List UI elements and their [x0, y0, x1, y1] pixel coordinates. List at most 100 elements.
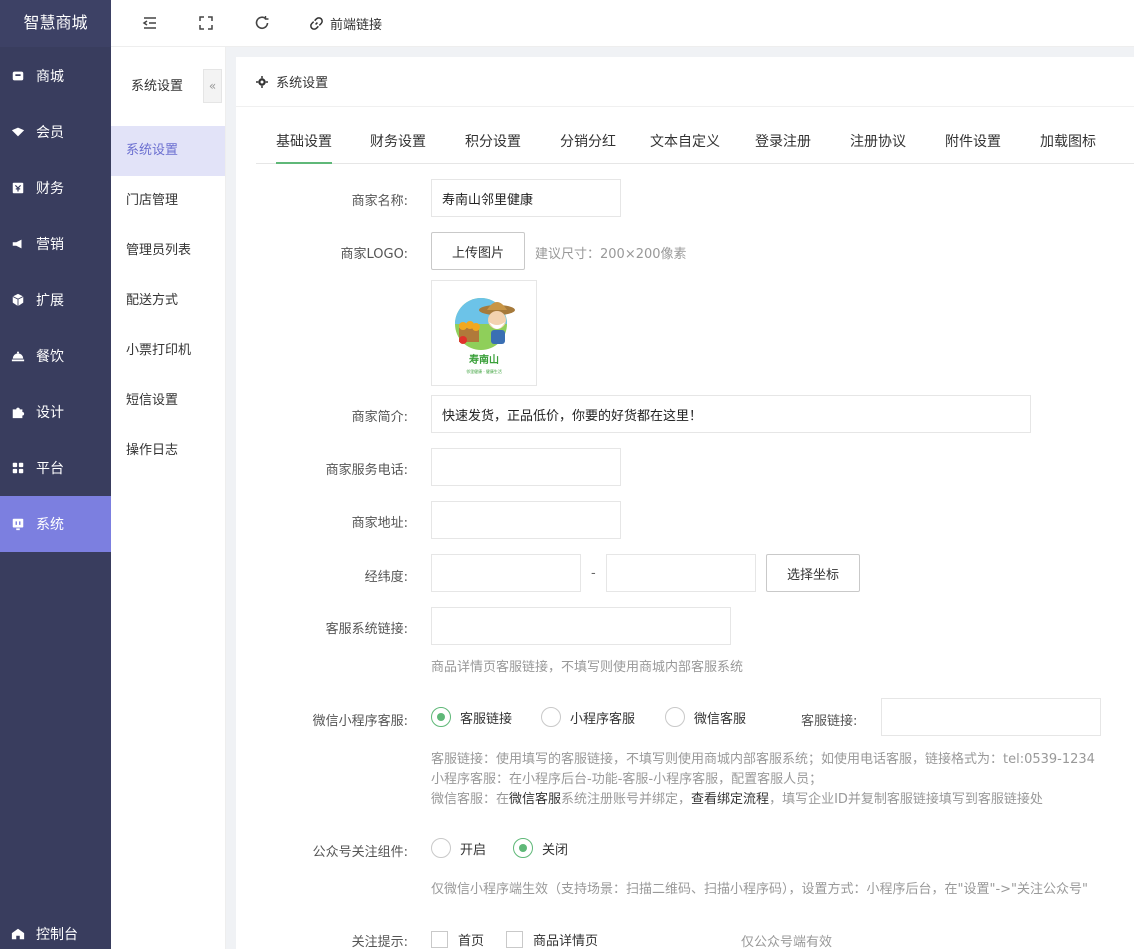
- merchant-address-label: 商家地址:: [351, 516, 408, 531]
- sidebar-item-label: 平台: [36, 461, 64, 477]
- merchant-logo-image: 寿南山 邻里健康 · 健康生活: [455, 298, 515, 374]
- merchant-address-input[interactable]: [431, 501, 621, 539]
- dining-icon: [10, 348, 26, 364]
- submenu-item-store-management[interactable]: 门店管理: [111, 176, 225, 226]
- radio-label: 小程序客服: [570, 711, 636, 727]
- link-icon: [310, 17, 323, 30]
- submenu-item-receipt-printer[interactable]: 小票打印机: [111, 326, 225, 376]
- radio-label: 关闭: [542, 842, 569, 858]
- sidebar-item-finance[interactable]: 财务: [0, 160, 111, 216]
- cube-icon: [10, 292, 26, 308]
- follow-tip-hint: 仅公众号端有效: [741, 935, 833, 949]
- collapse-menu-button[interactable]: «: [203, 69, 222, 103]
- radio-dot: [665, 707, 685, 727]
- latitude-input[interactable]: [606, 554, 756, 592]
- submenu-item-operation-log[interactable]: 操作日志: [111, 426, 225, 476]
- frontend-link[interactable]: 前端链接: [309, 14, 382, 33]
- frontend-link-label: 前端链接: [330, 18, 383, 33]
- logo-brand-text: 寿南山: [469, 353, 499, 366]
- coords-separator: -: [591, 566, 596, 581]
- radio-label: 开启: [460, 842, 487, 858]
- checkbox-home[interactable]: 首页: [431, 930, 484, 949]
- sidebar-item-system[interactable]: 系统: [0, 496, 111, 552]
- checkbox-label: 首页: [458, 934, 485, 949]
- service-phone-input[interactable]: [431, 448, 621, 486]
- checkbox-box: [506, 931, 523, 948]
- logo-sub-text: 邻里健康 · 健康生活: [466, 368, 502, 374]
- upload-image-button[interactable]: 上传图片: [431, 232, 525, 270]
- radio-cs-link[interactable]: 客服链接: [431, 707, 512, 727]
- submenu-item-sms-settings[interactable]: 短信设置: [111, 376, 225, 426]
- fullscreen-icon[interactable]: [197, 14, 215, 32]
- longitude-input[interactable]: [431, 554, 581, 592]
- bind-process-link[interactable]: 查看绑定流程: [691, 792, 769, 807]
- radio-label: 微信客服: [694, 711, 747, 727]
- sidebar-item-member[interactable]: 会员: [0, 104, 111, 160]
- wx-cs-link-label: 客服链接:: [801, 714, 858, 729]
- sidebar-item-label: 营销: [36, 237, 64, 253]
- radio-dot: [431, 838, 451, 858]
- merchant-intro-input[interactable]: [431, 395, 1031, 433]
- tab-loading-icon[interactable]: 加载图标: [1040, 123, 1096, 164]
- wx-cs-hint-2: 小程序客服：在小程序后台-功能-客服-小程序客服，配置客服人员；: [431, 772, 823, 787]
- tab-points[interactable]: 积分设置: [465, 123, 521, 164]
- console-icon: [10, 926, 26, 942]
- megaphone-icon: [10, 236, 26, 252]
- panel-title: 系统设置: [276, 76, 329, 91]
- sidebar-item-label: 控制台: [36, 927, 78, 943]
- puzzle-icon: [10, 404, 26, 420]
- pick-coordinate-button[interactable]: 选择坐标: [766, 554, 860, 592]
- submenu-item-admin-list[interactable]: 管理员列表: [111, 226, 225, 276]
- tab-register-agreement[interactable]: 注册协议: [850, 123, 906, 164]
- radio-follow-on[interactable]: 开启: [431, 838, 486, 858]
- checkbox-label: 商品详情页: [533, 934, 599, 949]
- sidebar-item-extend[interactable]: 扩展: [0, 272, 111, 328]
- sidebar-item-label: 设计: [36, 405, 64, 421]
- tab-attachment[interactable]: 附件设置: [945, 123, 1001, 164]
- hint-text: 系统注册账号并绑定，: [561, 792, 692, 807]
- menu-toggle-icon[interactable]: [141, 14, 159, 32]
- cs-link-input[interactable]: [431, 607, 731, 645]
- sidebar-item-label: 扩展: [36, 293, 64, 309]
- secondary-menu: 系统设置 « 系统设置 门店管理 管理员列表 配送方式 小票打印机 短信设置 操…: [111, 47, 226, 949]
- sidebar-item-label: 财务: [36, 181, 64, 197]
- mp-follow-hint: 仅微信小程序端生效（支持场景：扫描二维码、扫描小程序码），设置方式：小程序后台，…: [431, 882, 1089, 897]
- cs-link-label: 客服系统链接:: [325, 622, 408, 637]
- sidebar-item-console[interactable]: 控制台: [0, 906, 111, 949]
- sidebar-item-label: 餐饮: [36, 349, 64, 365]
- sidebar-item-marketing[interactable]: 营销: [0, 216, 111, 272]
- radio-mini-program-cs[interactable]: 小程序客服: [541, 707, 635, 727]
- logo-preview[interactable]: 寿南山 邻里健康 · 健康生活: [431, 280, 537, 386]
- radio-dot: [431, 707, 451, 727]
- checkbox-box: [431, 931, 448, 948]
- refresh-icon[interactable]: [253, 14, 271, 32]
- radio-follow-off[interactable]: 关闭: [513, 838, 568, 858]
- submenu-item-system-settings[interactable]: 系统设置: [111, 126, 225, 176]
- sidebar-item-dining[interactable]: 餐饮: [0, 328, 111, 384]
- cs-link-hint: 商品详情页客服链接，不填写则使用商城内部客服系统: [431, 660, 744, 675]
- radio-label: 客服链接: [460, 711, 513, 727]
- coordinates-label: 经纬度:: [364, 570, 408, 585]
- sidebar-item-store[interactable]: 商城: [0, 48, 111, 104]
- follow-tip-label: 关注提示:: [351, 935, 408, 949]
- radio-wechat-cs[interactable]: 微信客服: [665, 707, 746, 727]
- wx-cs-hint-1: 客服链接：使用填写的客服链接，不填写则使用商城内部客服系统；如使用电话客服，链接…: [431, 752, 1095, 767]
- tab-login-register[interactable]: 登录注册: [755, 123, 811, 164]
- settings-panel: 系统设置 基础设置 财务设置 积分设置 分销分红 文本自定义 登录注册 注册协议…: [236, 57, 1134, 949]
- tab-finance[interactable]: 财务设置: [370, 123, 426, 164]
- sidebar-item-platform[interactable]: 平台: [0, 440, 111, 496]
- sidebar-item-design[interactable]: 设计: [0, 384, 111, 440]
- wx-cs-link-input[interactable]: [881, 698, 1101, 736]
- member-icon: [10, 124, 26, 140]
- tab-basic[interactable]: 基础设置: [276, 123, 332, 164]
- merchant-name-input[interactable]: [431, 179, 621, 217]
- service-phone-label: 商家服务电话:: [325, 463, 408, 478]
- tab-text-custom[interactable]: 文本自定义: [650, 123, 720, 164]
- main-sidebar: 智慧商城 商城 会员 财务 营销 扩展 餐饮 设计 平台 系统 控制台: [0, 0, 111, 949]
- grid-icon: [10, 460, 26, 476]
- panel-header: 系统设置: [236, 57, 1134, 107]
- tab-distribution[interactable]: 分销分红: [560, 123, 616, 164]
- submenu-item-delivery[interactable]: 配送方式: [111, 276, 225, 326]
- checkbox-product-detail[interactable]: 商品详情页: [506, 930, 598, 949]
- wechat-cs-link[interactable]: 微信客服: [509, 792, 561, 807]
